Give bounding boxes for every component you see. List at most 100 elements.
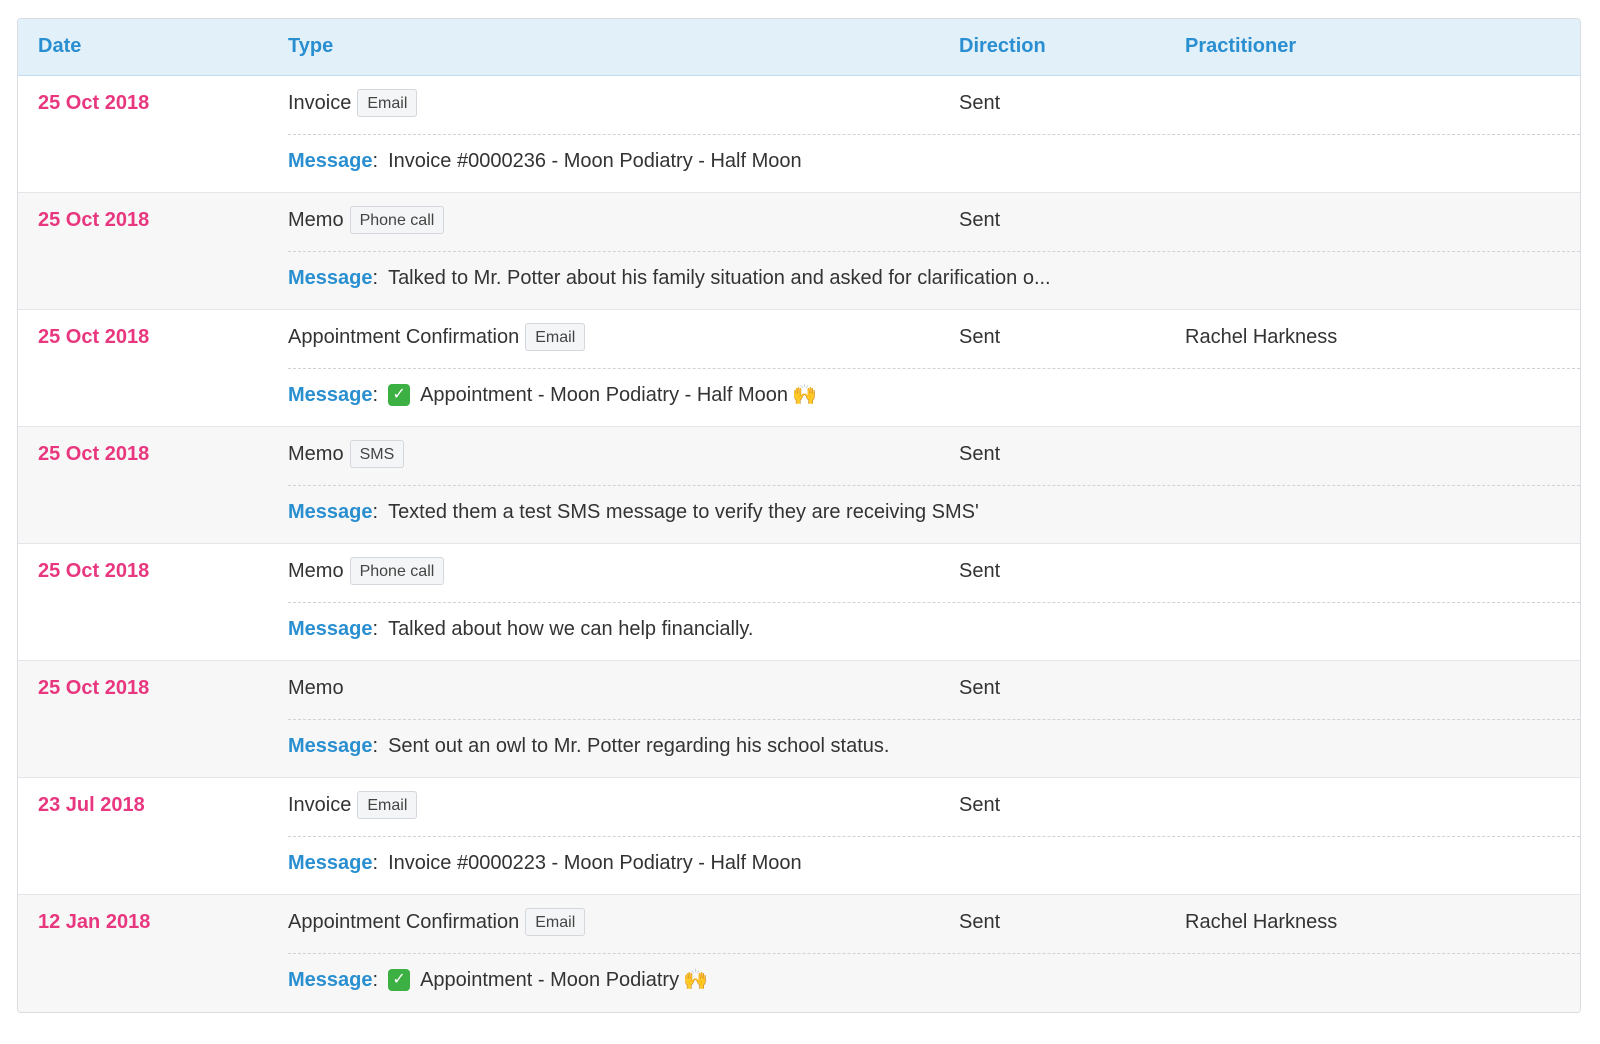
type-label: Invoice: [288, 92, 352, 114]
message-colon: :: [372, 150, 379, 172]
table-row[interactable]: 25 Oct 2018 Memo Sent Message: Sent out an o…: [18, 661, 1580, 778]
message-text: Talked about how we can help financially…: [388, 618, 754, 640]
row-type: Appointment Confirmation Email: [288, 322, 586, 352]
message-colon: :: [372, 384, 379, 406]
row-message: Message: ✓ Appointment - Moon Podiatry 🙌: [288, 967, 708, 993]
row-date: 25 Oct 2018: [38, 92, 150, 114]
row-message: Message: Talked to Mr. Potter about his f…: [288, 265, 1051, 291]
row-message: Message: Talked about how we can help fin…: [288, 616, 753, 642]
row-type: Memo Phone call: [288, 556, 445, 586]
message-colon: :: [372, 501, 379, 523]
row-direction: Sent: [959, 326, 1001, 348]
message-text: Talked to Mr. Potter about his family si…: [388, 267, 1051, 289]
type-label: Memo: [288, 677, 344, 699]
column-header-practitioner[interactable]: Practitioner: [1185, 19, 1296, 75]
message-colon: :: [372, 735, 379, 757]
row-date: 25 Oct 2018: [38, 443, 150, 465]
channel-badge: Email: [357, 89, 418, 117]
row-divider: [288, 134, 1580, 135]
type-label: Invoice: [288, 794, 352, 816]
channel-badge: Email: [525, 323, 586, 351]
type-label: Memo: [288, 209, 344, 231]
row-message: Message: ✓ Appointment - Moon Podiatry - H…: [288, 382, 817, 408]
row-message: Message: Invoice #0000236 - Moon Podiatry…: [288, 148, 802, 174]
channel-badge: Phone call: [349, 557, 445, 585]
row-date: 23 Jul 2018: [38, 794, 145, 816]
message-colon: :: [372, 852, 379, 874]
row-type: Appointment Confirmation Email: [288, 907, 586, 937]
row-direction: Sent: [959, 209, 1001, 231]
row-divider: [288, 368, 1580, 369]
message-text: Invoice #0000236 - Moon Podiatry - Half …: [388, 150, 802, 172]
row-date: 25 Oct 2018: [38, 677, 150, 699]
row-type: Invoice Email: [288, 88, 418, 118]
type-label: Memo: [288, 443, 344, 465]
row-type: Memo: [288, 673, 344, 703]
column-header-date[interactable]: Date: [38, 19, 81, 75]
communications-table: Date Type Direction Practitioner 25 Oct …: [17, 18, 1581, 1013]
row-divider: [288, 251, 1580, 252]
table-row[interactable]: 25 Oct 2018 Invoice Email Sent Message: Invoi…: [18, 76, 1580, 193]
message-colon: :: [372, 969, 379, 991]
message-text: Invoice #0000223 - Moon Podiatry - Half …: [388, 852, 802, 874]
raised-hands-icon: 🙌: [792, 384, 817, 406]
message-label: Message: [288, 852, 373, 874]
table-body: 25 Oct 2018 Invoice Email Sent Message: Invoi…: [18, 76, 1580, 1012]
table-row[interactable]: 25 Oct 2018 Memo Phone call Sent Message: Tal…: [18, 193, 1580, 310]
channel-badge: SMS: [349, 440, 405, 468]
message-text: Appointment - Moon Podiatry: [420, 969, 680, 991]
table-row[interactable]: 12 Jan 2018 Appointment Confirmation Email…: [18, 895, 1580, 1012]
row-direction: Sent: [959, 677, 1001, 699]
channel-badge: Phone call: [349, 206, 445, 234]
row-divider: [288, 602, 1580, 603]
channel-badge: Email: [525, 908, 586, 936]
row-practitioner: Rachel Harkness: [1185, 326, 1338, 348]
row-date: 12 Jan 2018: [38, 911, 151, 933]
type-label: Memo: [288, 560, 344, 582]
row-message: Message: Texted them a test SMS message t…: [288, 499, 979, 525]
check-mark-icon: ✓: [388, 969, 411, 991]
row-date: 25 Oct 2018: [38, 209, 150, 231]
row-divider: [288, 719, 1580, 720]
table-row[interactable]: 23 Jul 2018 Invoice Email Sent Message: Invoi…: [18, 778, 1580, 895]
message-text: Sent out an owl to Mr. Potter regarding …: [388, 735, 890, 757]
channel-badge: Email: [357, 791, 418, 819]
message-label: Message: [288, 384, 373, 406]
row-message: Message: Invoice #0000223 - Moon Podiatry…: [288, 850, 802, 876]
row-divider: [288, 836, 1580, 837]
row-type: Memo Phone call: [288, 205, 445, 235]
row-divider: [288, 485, 1580, 486]
row-direction: Sent: [959, 560, 1001, 582]
row-message: Message: Sent out an owl to Mr. Potter re…: [288, 733, 889, 759]
message-text: Texted them a test SMS message to verify…: [388, 501, 979, 523]
row-direction: Sent: [959, 794, 1001, 816]
table-row[interactable]: 25 Oct 2018 Appointment Confirmation Email…: [18, 310, 1580, 427]
column-header-direction[interactable]: Direction: [959, 19, 1046, 75]
column-header-type[interactable]: Type: [288, 19, 333, 75]
row-date: 25 Oct 2018: [38, 560, 150, 582]
message-colon: :: [372, 267, 379, 289]
message-text: Appointment - Moon Podiatry - Half Moon: [420, 384, 789, 406]
row-type: Invoice Email: [288, 790, 418, 820]
message-label: Message: [288, 267, 373, 289]
row-type: Memo SMS: [288, 439, 405, 469]
table-row[interactable]: 25 Oct 2018 Memo Phone call Sent Message: Tal…: [18, 544, 1580, 661]
table-row[interactable]: 25 Oct 2018 Memo SMS Sent Message: Texted the…: [18, 427, 1580, 544]
check-mark-icon: ✓: [388, 384, 411, 406]
message-label: Message: [288, 735, 373, 757]
row-direction: Sent: [959, 92, 1001, 114]
message-label: Message: [288, 969, 373, 991]
type-label: Appointment Confirmation: [288, 911, 520, 933]
message-colon: :: [372, 618, 379, 640]
row-direction: Sent: [959, 911, 1001, 933]
message-label: Message: [288, 150, 373, 172]
row-date: 25 Oct 2018: [38, 326, 150, 348]
message-label: Message: [288, 618, 373, 640]
row-practitioner: Rachel Harkness: [1185, 911, 1338, 933]
row-direction: Sent: [959, 443, 1001, 465]
row-divider: [288, 953, 1580, 954]
raised-hands-icon: 🙌: [683, 969, 708, 991]
type-label: Appointment Confirmation: [288, 326, 520, 348]
table-header: Date Type Direction Practitioner: [18, 19, 1580, 76]
message-label: Message: [288, 501, 373, 523]
